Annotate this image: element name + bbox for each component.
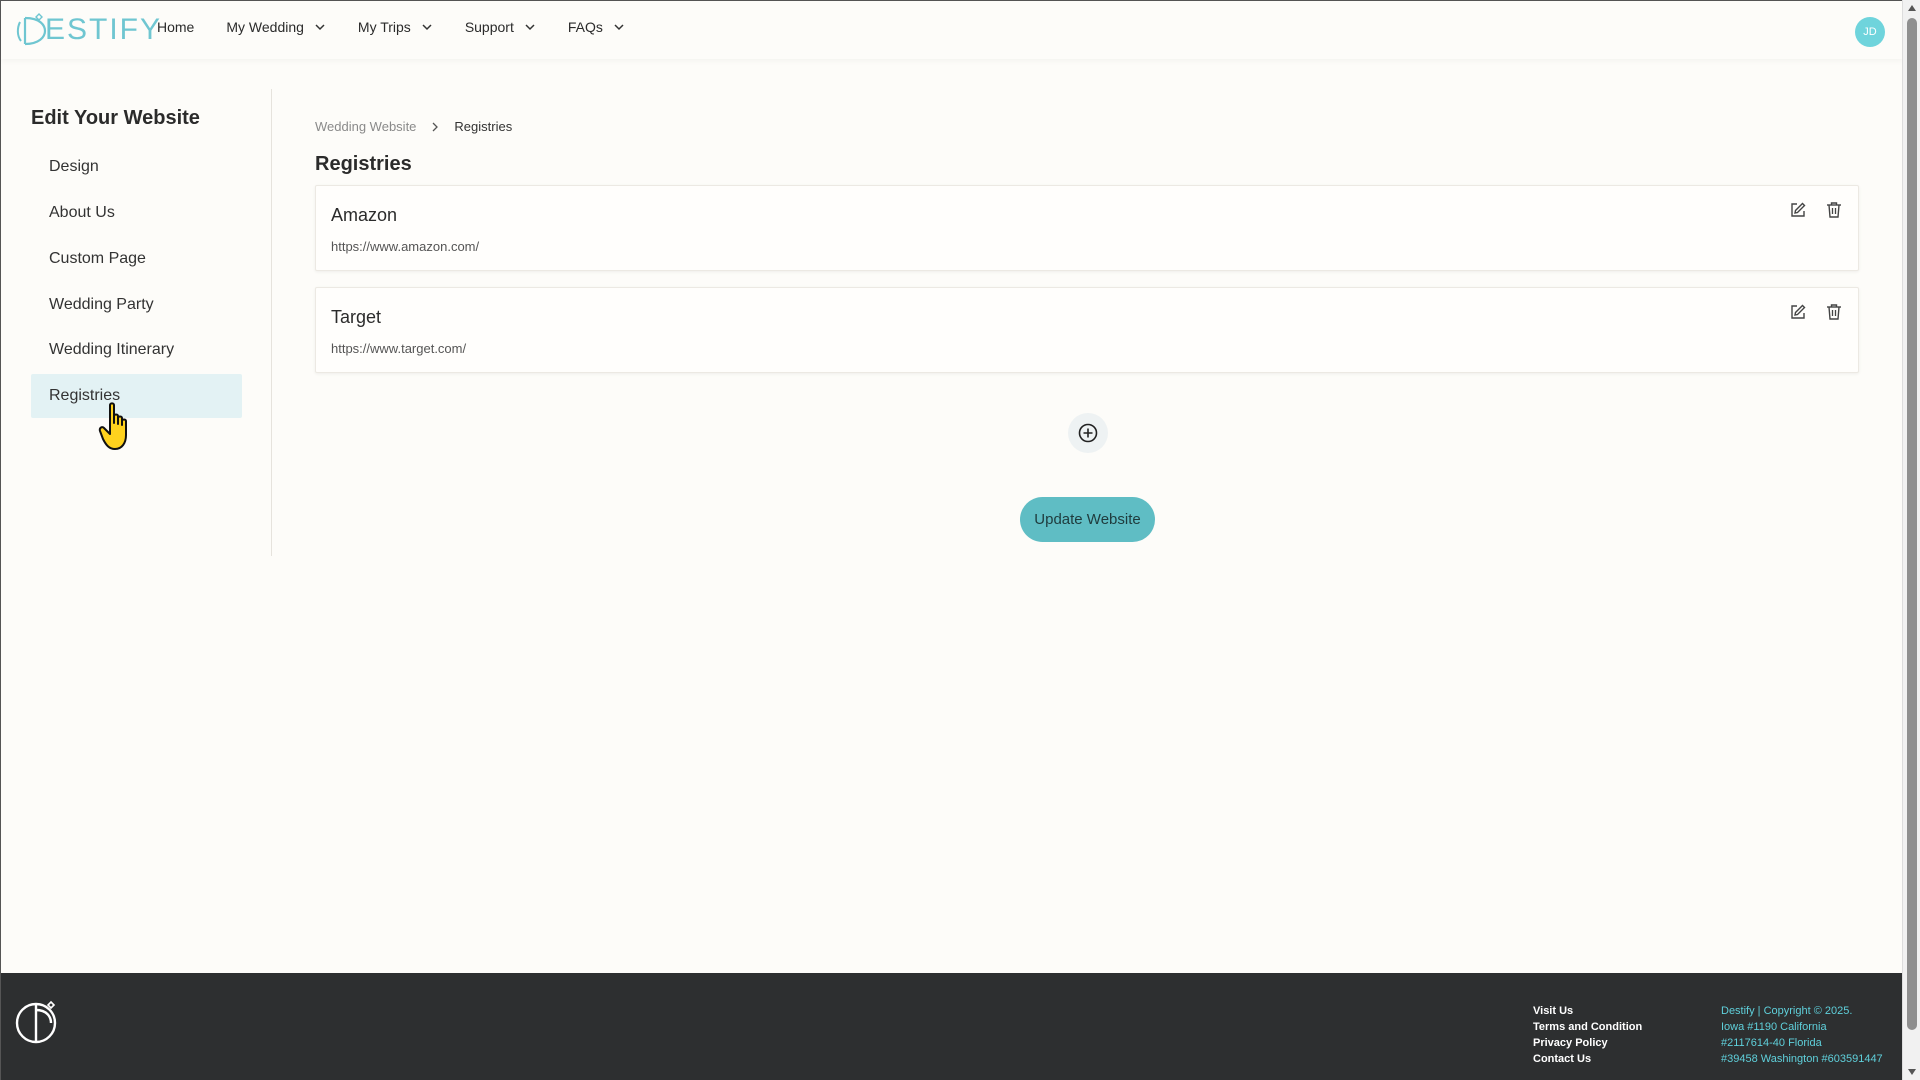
chevron-down-icon <box>614 24 624 31</box>
breadcrumb-wedding-website[interactable]: Wedding Website <box>315 119 416 134</box>
site-footer: Visit Us Terms and Condition Privacy Pol… <box>1 973 1903 1080</box>
chevron-down-icon <box>422 24 432 31</box>
footer-info-line: Iowa #1190 California <box>1721 1021 1827 1033</box>
triangle-down-icon <box>1908 1069 1916 1075</box>
top-navigation: ESTIFY Home My Wedding My Trips Support … <box>1 1 1903 59</box>
footer-link-visit-us[interactable]: Visit Us <box>1533 1003 1642 1019</box>
edit-registry-button[interactable] <box>1788 302 1808 322</box>
vertical-scrollbar[interactable] <box>1902 0 1920 1080</box>
breadcrumb: Wedding Website Registries <box>315 119 512 134</box>
registry-url: https://www.amazon.com/ <box>331 239 480 254</box>
chevron-down-icon <box>315 24 325 31</box>
sidebar-title: Edit Your Website <box>31 107 200 129</box>
registry-url: https://www.target.com/ <box>331 341 467 356</box>
destify-logo[interactable]: ESTIFY <box>15 11 162 49</box>
footer-link-privacy[interactable]: Privacy Policy <box>1533 1035 1642 1051</box>
footer-link-contact[interactable]: Contact Us <box>1533 1051 1642 1067</box>
sidebar-item-label: Wedding Itinerary <box>49 341 175 358</box>
footer-info-line: #2117614-40 Florida <box>1721 1037 1822 1049</box>
breadcrumb-current: Registries <box>454 119 513 134</box>
chevron-down-icon <box>525 24 535 31</box>
nav-my-wedding[interactable]: My Wedding <box>226 19 326 35</box>
edit-icon <box>1791 304 1806 319</box>
registry-card-target: Target https://www.target.com/ <box>315 287 1859 373</box>
trash-icon <box>1827 304 1841 320</box>
scroll-down-arrow[interactable] <box>1903 1064 1920 1080</box>
sidebar-item-wedding-itinerary[interactable]: Wedding Itinerary <box>31 328 242 372</box>
registry-actions <box>1772 302 1844 322</box>
footer-info-line: Destify | Copyright © 2025. <box>1721 1005 1853 1017</box>
nav-my-trips[interactable]: My Trips <box>358 19 433 35</box>
edit-website-sidebar: Edit Your Website Design About Us Custom… <box>1 89 272 556</box>
nav-home[interactable]: Home <box>157 19 194 35</box>
delete-registry-button[interactable] <box>1824 302 1844 322</box>
nav-faqs[interactable]: FAQs <box>568 19 625 35</box>
main-menu: Home My Wedding My Trips Support FAQs <box>157 1 657 53</box>
scrollbar-thumb[interactable] <box>1907 18 1917 1030</box>
nav-home-label: Home <box>157 19 195 35</box>
sidebar-item-wedding-party[interactable]: Wedding Party <box>31 283 242 327</box>
footer-logo[interactable] <box>15 999 61 1050</box>
footer-info-line: #39458 Washington #603591447 <box>1721 1053 1883 1065</box>
registry-name: Amazon <box>331 205 398 225</box>
sidebar-item-label: Wedding Party <box>49 296 154 313</box>
sidebar-item-label: Design <box>49 158 99 175</box>
registry-card-amazon: Amazon https://www.amazon.com/ <box>315 185 1859 271</box>
page-title: Registries <box>315 153 412 175</box>
update-website-button[interactable]: Update Website <box>1020 497 1155 542</box>
edit-registry-button[interactable] <box>1788 200 1808 220</box>
sidebar-item-label: Custom Page <box>49 250 146 267</box>
delete-registry-button[interactable] <box>1824 200 1844 220</box>
triangle-up-icon <box>1908 5 1916 11</box>
scroll-up-arrow[interactable] <box>1903 0 1920 16</box>
sidebar-item-label: About Us <box>49 204 115 221</box>
footer-links: Visit Us Terms and Condition Privacy Pol… <box>1533 1003 1642 1067</box>
add-registry-button[interactable] <box>1068 413 1108 453</box>
registry-actions <box>1772 200 1844 220</box>
app-window: ESTIFY Home My Wedding My Trips Support … <box>0 0 1903 1080</box>
sidebar-item-custom-page[interactable]: Custom Page <box>31 237 242 281</box>
plus-circle-icon <box>1078 423 1098 443</box>
footer-link-terms[interactable]: Terms and Condition <box>1533 1019 1642 1035</box>
chevron-right-icon <box>432 122 439 131</box>
nav-faqs-label: FAQs <box>567 19 603 35</box>
nav-support-label: Support <box>464 19 514 35</box>
footer-copyright: Destify | Copyright © 2025. Iowa #1190 C… <box>1721 1003 1883 1067</box>
edit-icon <box>1791 202 1806 217</box>
logo-text: ESTIFY <box>45 13 163 46</box>
user-avatar[interactable]: JD <box>1855 17 1885 47</box>
nav-support[interactable]: Support <box>465 19 536 35</box>
hand-pointer-cursor-icon <box>98 402 127 450</box>
nav-my-wedding-label: My Wedding <box>226 19 304 35</box>
sidebar-item-design[interactable]: Design <box>31 145 242 189</box>
nav-my-trips-label: My Trips <box>357 19 411 35</box>
registry-name: Target <box>331 307 382 327</box>
sidebar-item-about-us[interactable]: About Us <box>31 191 242 235</box>
trash-icon <box>1827 202 1841 218</box>
logo-mark-icon <box>15 1000 57 1044</box>
